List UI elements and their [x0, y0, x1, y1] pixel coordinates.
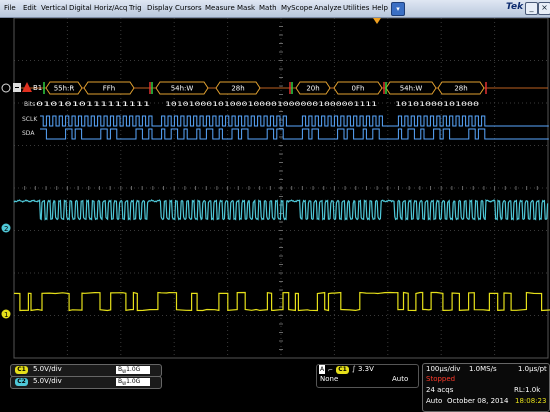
date: October 08, 2014: [447, 397, 509, 405]
sample-rate: 1.0MS/s: [469, 365, 497, 373]
bus-packet-label: FFh: [103, 85, 116, 93]
run-state: Stopped: [426, 375, 456, 383]
rising-edge-icon: ⌐: [328, 367, 334, 374]
timebase: 100µs/div: [426, 365, 461, 373]
ch2-marker-label: 2: [4, 225, 8, 233]
acq-trigger-mode: Auto: [426, 397, 443, 405]
menu-utilities[interactable]: Utilities: [343, 2, 369, 14]
menu-file[interactable]: File: [4, 2, 16, 14]
sclk-label: SCLK: [22, 116, 38, 123]
acq-count: 24 acqs: [426, 386, 454, 394]
bits-row-2: 101010001010001000010000001000001111: [165, 101, 378, 108]
menu-edit[interactable]: Edit: [23, 2, 37, 14]
ch2-bandwidth: BW1.0G: [116, 378, 150, 386]
trigger-source-badge: C1: [336, 366, 349, 374]
sda-trace: [40, 128, 549, 140]
menu-math[interactable]: Math: [259, 2, 277, 14]
menu-digital[interactable]: Digital: [69, 2, 92, 14]
bus-packet-label: 0Fh: [352, 85, 365, 93]
close-button[interactable]: ×: [538, 2, 550, 15]
resolution: 1.0µs/pt: [518, 365, 547, 373]
bus-warning-icon: [22, 82, 32, 92]
menu-mask[interactable]: Mask: [237, 2, 255, 14]
menu-trig[interactable]: Trig: [129, 2, 142, 14]
bus-packet-label: 20h: [306, 85, 319, 93]
menu-bar: File Edit Vertical Digital Horiz/Acq Tri…: [0, 0, 550, 18]
bus-packet-label: 54h:W: [400, 85, 423, 93]
ch2-badge: C2: [15, 378, 28, 386]
trigger-coupling: None: [320, 375, 339, 383]
ch1-badge: C1: [15, 366, 28, 374]
sclk-trace: [40, 115, 549, 127]
bus-packet-label: 28h: [231, 85, 244, 93]
menu-vertical[interactable]: Vertical: [41, 2, 67, 14]
menu-cursors[interactable]: Cursors: [175, 2, 202, 14]
ch2-scale: 5.0V/div: [33, 377, 62, 385]
bus-packet-label: 55h:R: [54, 85, 75, 93]
bus-label: B1: [33, 84, 42, 92]
trigger-a-label: A: [319, 365, 326, 374]
bus-packet-label: 54h:W: [171, 85, 194, 93]
trigger-position-marker[interactable]: [373, 18, 381, 24]
sda-label: SDA: [22, 130, 35, 137]
menu-display[interactable]: Display: [147, 2, 173, 14]
menu-myscope[interactable]: MyScope: [281, 2, 313, 14]
ch2-waveform: [13, 199, 549, 221]
bits-row-3: 10101000101000: [395, 101, 480, 108]
bus-marker[interactable]: [1, 83, 11, 93]
trigger-slope-icon: ∫: [352, 365, 356, 373]
time: 18:08:23: [515, 397, 547, 405]
menu-measure[interactable]: Measure: [205, 2, 235, 14]
tek-logo: Tek: [506, 2, 524, 12]
trigger-mode: Auto: [392, 375, 409, 383]
menu-help[interactable]: Help: [372, 2, 388, 14]
bits-row-1: 0101010111111111: [36, 101, 151, 108]
waveform-display[interactable]: 55h:R FFh 54h:W 28h 20h 0Fh 54h:W 28h 2 1 B1 Bi…: [0, 18, 550, 360]
trigger-level: 3.3V: [358, 365, 374, 373]
ch1-scale: 5.0V/div: [33, 365, 62, 373]
menu-analyze[interactable]: Analyze: [314, 2, 342, 14]
minimize-button[interactable]: _: [525, 2, 538, 15]
bus-packet-label: 28h: [454, 85, 467, 93]
ch1-bandwidth: BW1.0G: [116, 366, 150, 374]
menu-horiz-acq[interactable]: Horiz/Acq: [94, 2, 127, 14]
bits-label: Bits: [24, 101, 35, 108]
help-dropdown-button[interactable]: ▾: [391, 2, 405, 16]
record-length: RL:1.0k: [514, 386, 541, 394]
graticule: 55h:R FFh 54h:W 28h 20h 0Fh 54h:W 28h 2 1 B1 Bi…: [1, 18, 550, 359]
ch1-marker-label: 1: [4, 311, 8, 319]
ch1-waveform: [13, 291, 550, 312]
